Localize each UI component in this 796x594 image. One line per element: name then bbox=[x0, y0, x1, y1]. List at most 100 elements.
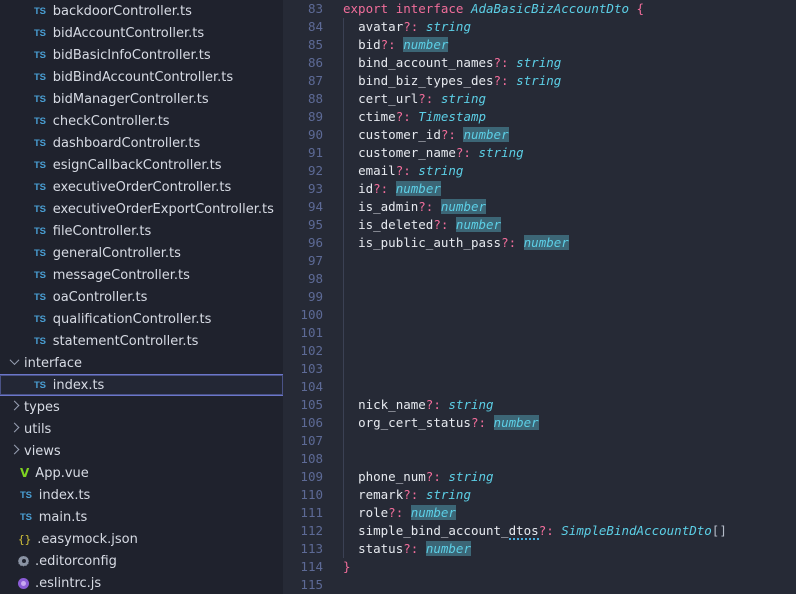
code-line[interactable]: 110 remark?: string bbox=[283, 486, 796, 504]
code-line[interactable]: 89 ctime?: Timestamp bbox=[283, 108, 796, 126]
sidebar-item-esigncallbackcontroller-ts[interactable]: TS esignCallbackController.ts bbox=[0, 154, 283, 176]
sidebar-item-label: executiveOrderExportController.ts bbox=[52, 201, 274, 217]
sidebar-item-label: index.ts bbox=[38, 487, 91, 503]
code-line[interactable]: 93 id?: number bbox=[283, 180, 796, 198]
code-line[interactable]: 88 cert_url?: string bbox=[283, 90, 796, 108]
code-line[interactable]: 99 bbox=[283, 288, 796, 306]
code-line[interactable]: 98 bbox=[283, 270, 796, 288]
sidebar-item-generalcontroller-ts[interactable]: TS generalController.ts bbox=[0, 242, 283, 264]
sidebar-item-bidaccountcontroller-ts[interactable]: TS bidAccountController.ts bbox=[0, 22, 283, 44]
sidebar-item-label: .editorconfig bbox=[35, 553, 117, 569]
code-line-text bbox=[330, 342, 796, 360]
line-number: 114 bbox=[300, 559, 323, 574]
sidebar-item-easymock-json[interactable]: {} .easymock.json bbox=[0, 528, 283, 550]
vscode-window: TS backdoorController.ts TS bidAccountContr… bbox=[0, 0, 796, 594]
code-line[interactable]: 96 is_public_auth_pass?: number bbox=[283, 234, 796, 252]
line-number: 102 bbox=[300, 343, 323, 358]
line-number: 104 bbox=[300, 379, 323, 394]
sidebar-item-label: bidBindAccountController.ts bbox=[52, 69, 234, 85]
code-line-text bbox=[330, 306, 796, 324]
sidebar-item-bidbindaccountcontroller-ts[interactable]: TS bidBindAccountController.ts bbox=[0, 66, 283, 88]
ts-file-icon: TS bbox=[34, 203, 46, 215]
code-line[interactable]: 103 bbox=[283, 360, 796, 378]
sidebar-item-editorconfig[interactable]: .editorconfig bbox=[0, 550, 283, 572]
sidebar-item-views[interactable]: views bbox=[0, 440, 283, 462]
code-line[interactable]: 115 bbox=[283, 576, 796, 594]
line-number: 89 bbox=[307, 109, 323, 124]
code-line[interactable]: 109 phone_num?: string bbox=[283, 468, 796, 486]
sidebar-item-bidbasicinfocontroller-ts[interactable]: TS bidBasicInfoController.ts bbox=[0, 44, 283, 66]
line-number: 103 bbox=[300, 361, 323, 376]
code-line-text: export interface AdaBasicBizAccountDto { bbox=[343, 1, 645, 16]
gear-icon bbox=[18, 556, 29, 567]
code-line[interactable]: 97 bbox=[283, 252, 796, 270]
code-line[interactable]: 85 bid?: number bbox=[283, 36, 796, 54]
code-line[interactable]: 83 export interface AdaBasicBizAccountDto… bbox=[283, 0, 796, 18]
ts-file-icon: TS bbox=[34, 93, 46, 105]
ts-file-icon: TS bbox=[34, 137, 46, 149]
code-line-text bbox=[330, 288, 796, 306]
sidebar-item-index-ts[interactable]: TS index.ts bbox=[0, 374, 283, 396]
sidebar-item-label: executiveOrderController.ts bbox=[52, 179, 232, 195]
sidebar-item-label: types bbox=[24, 399, 60, 415]
sidebar-item-executiveorderexportcontroller-ts[interactable]: TS executiveOrderExportController.ts bbox=[0, 198, 283, 220]
sidebar-item-label: index.ts bbox=[52, 377, 105, 393]
sidebar-item-filecontroller-ts[interactable]: TS fileController.ts bbox=[0, 220, 283, 242]
sidebar-item-interface[interactable]: interface bbox=[0, 352, 283, 374]
sidebar-item-messagecontroller-ts[interactable]: TS messageController.ts bbox=[0, 264, 283, 286]
code-line[interactable]: 94 is_admin?: number bbox=[283, 198, 796, 216]
code-line[interactable]: 107 bbox=[283, 432, 796, 450]
code-line[interactable]: 111 role?: number bbox=[283, 504, 796, 522]
sidebar-item-bidmanagercontroller-ts[interactable]: TS bidManagerController.ts bbox=[0, 88, 283, 110]
ts-file-icon: TS bbox=[34, 181, 46, 193]
sidebar-item-index-ts[interactable]: TS index.ts bbox=[0, 484, 283, 506]
sidebar-item-label: statementController.ts bbox=[52, 333, 199, 349]
code-line[interactable]: 100 bbox=[283, 306, 796, 324]
sidebar-item-label: .eslintrc.js bbox=[35, 575, 102, 591]
sidebar-item-utils[interactable]: utils bbox=[0, 418, 283, 440]
line-number: 109 bbox=[300, 469, 323, 484]
code-line[interactable]: 114} bbox=[283, 558, 796, 576]
sidebar-item-app-vue[interactable]: V App.vue bbox=[0, 462, 283, 484]
sidebar-item-main-ts[interactable]: TS main.ts bbox=[0, 506, 283, 528]
chevron-right-icon bbox=[8, 400, 20, 412]
code-line[interactable]: 108 bbox=[283, 450, 796, 468]
code-line-text: bind_biz_types_des?: string bbox=[358, 73, 562, 88]
code-line-text: customer_name?: string bbox=[358, 145, 524, 160]
sidebar-item-checkcontroller-ts[interactable]: TS checkController.ts bbox=[0, 110, 283, 132]
code-line[interactable]: 87 bind_biz_types_des?: string bbox=[283, 72, 796, 90]
code-line-text: bid?: number bbox=[358, 37, 449, 52]
code-line[interactable]: 113 status?: number bbox=[283, 540, 796, 558]
chevron-right-icon bbox=[8, 444, 20, 456]
line-number: 88 bbox=[307, 91, 323, 106]
code-line[interactable]: 104 bbox=[283, 378, 796, 396]
code-line[interactable]: 106 org_cert_status?: number bbox=[283, 414, 796, 432]
line-number: 91 bbox=[307, 145, 323, 160]
sidebar-item-statementcontroller-ts[interactable]: TS statementController.ts bbox=[0, 330, 283, 352]
code-line[interactable]: 90 customer_id?: number bbox=[283, 126, 796, 144]
sidebar-item-types[interactable]: types bbox=[0, 396, 283, 418]
code-line[interactable]: 101 bbox=[283, 324, 796, 342]
code-line-text: is_deleted?: number bbox=[358, 217, 502, 232]
sidebar-item-dashboardcontroller-ts[interactable]: TS dashboardController.ts bbox=[0, 132, 283, 154]
code-line[interactable]: 102 bbox=[283, 342, 796, 360]
file-explorer-sidebar[interactable]: TS backdoorController.ts TS bidAccountContr… bbox=[0, 0, 283, 594]
code-line-text: simple_bind_account_dtos?: SimpleBindAcc… bbox=[358, 523, 727, 540]
code-line[interactable]: 92 email?: string bbox=[283, 162, 796, 180]
sidebar-item-eslintrc-js[interactable]: .eslintrc.js bbox=[0, 572, 283, 594]
sidebar-item-oacontroller-ts[interactable]: TS oaController.ts bbox=[0, 286, 283, 308]
sidebar-item-executiveordercontroller-ts[interactable]: TS executiveOrderController.ts bbox=[0, 176, 283, 198]
code-line[interactable]: 95 is_deleted?: number bbox=[283, 216, 796, 234]
line-number: 93 bbox=[307, 181, 323, 196]
sidebar-item-qualificationcontroller-ts[interactable]: TS qualificationController.ts bbox=[0, 308, 283, 330]
code-line[interactable]: 105 nick_name?: string bbox=[283, 396, 796, 414]
code-line[interactable]: 84 avatar?: string bbox=[283, 18, 796, 36]
line-number: 95 bbox=[307, 217, 323, 232]
code-editor-pane[interactable]: 83 export interface AdaBasicBizAccountDto… bbox=[283, 0, 796, 594]
code-line[interactable]: 91 customer_name?: string bbox=[283, 144, 796, 162]
ts-file-icon: TS bbox=[34, 115, 46, 127]
sidebar-item-backdoorcontroller-ts[interactable]: TS backdoorController.ts bbox=[0, 0, 283, 22]
code-line[interactable]: 112 simple_bind_account_dtos?: SimpleBin… bbox=[283, 522, 796, 540]
code-line[interactable]: 86 bind_account_names?: string bbox=[283, 54, 796, 72]
ts-file-icon: TS bbox=[34, 313, 46, 325]
